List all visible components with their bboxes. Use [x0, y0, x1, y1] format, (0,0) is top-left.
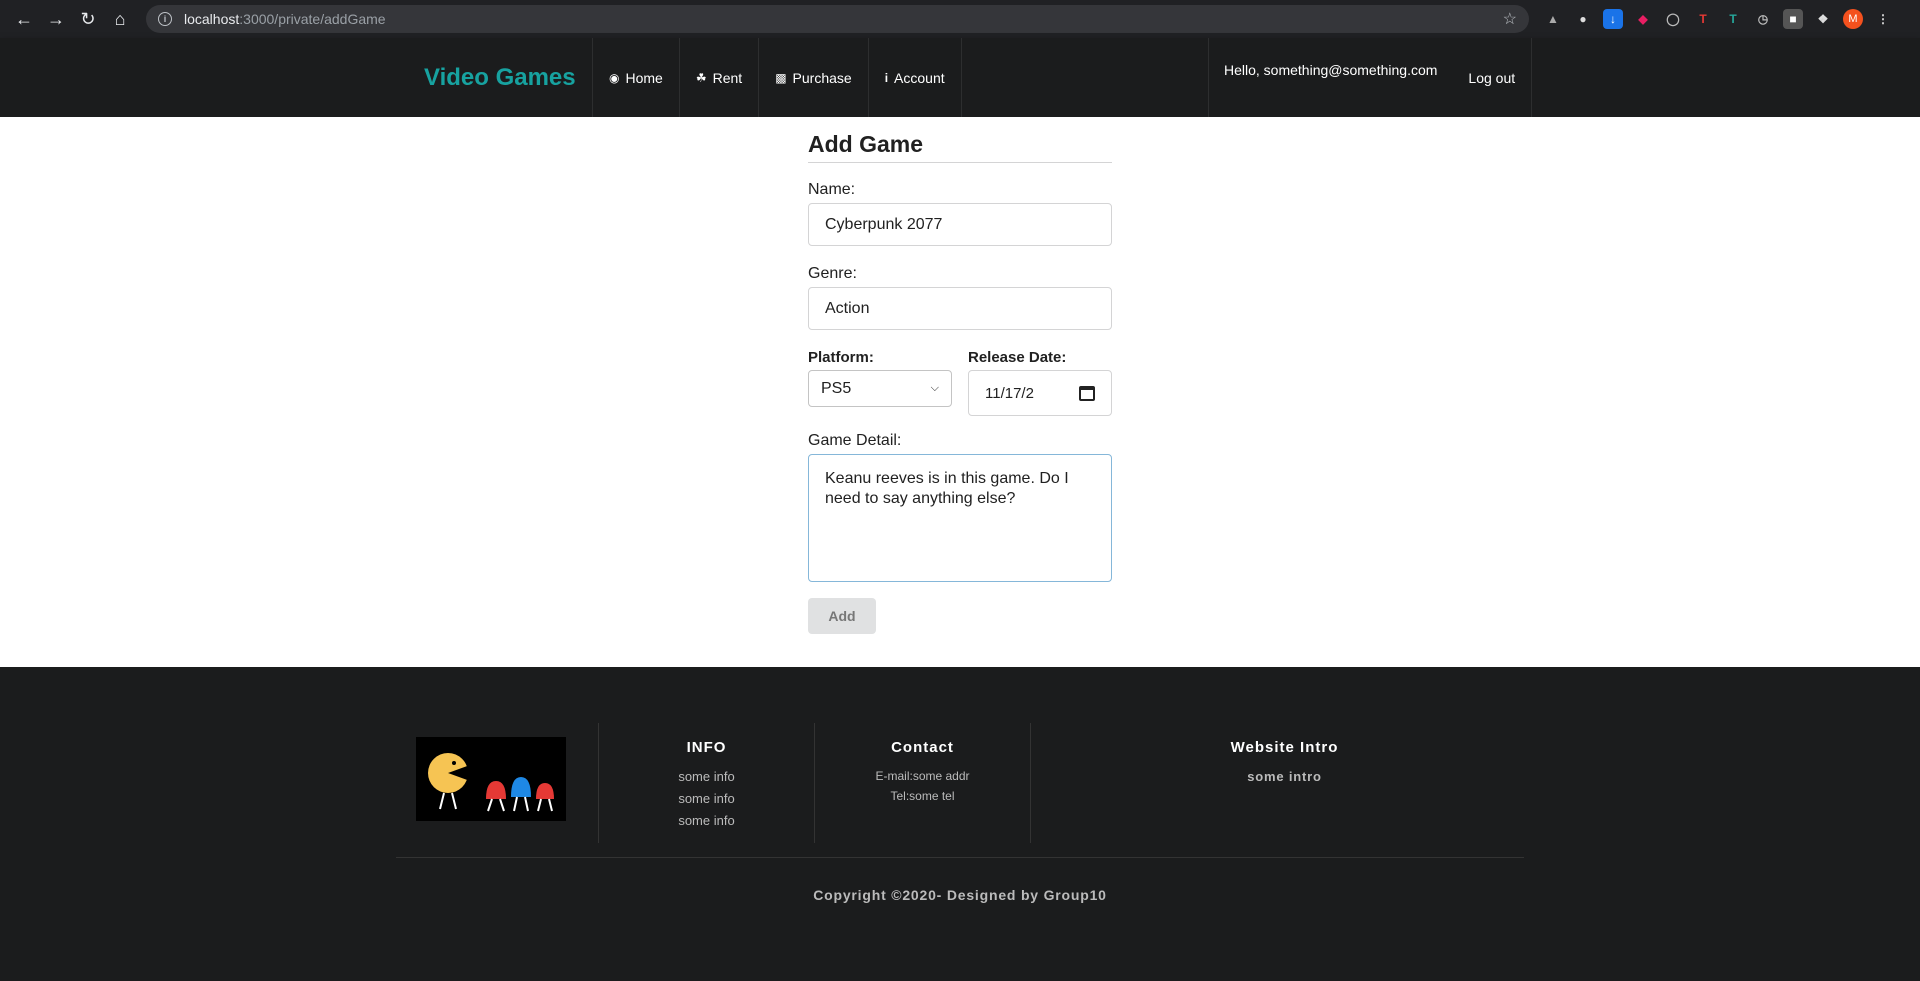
url-path: :3000/private/addGame — [239, 11, 386, 27]
site-navbar: Video Games ◉ Home ☘ Rent ▩ Purchase i A… — [0, 38, 1920, 117]
footer-contact-column: Contact E-mail:some addr Tel:some tel — [814, 723, 1030, 843]
footer-info-column: INFO some info some info some info — [598, 723, 814, 843]
color-extension-icon[interactable]: ◆ — [1633, 9, 1653, 29]
platform-date-row: Platform: PS5 ⌵ Release Date: 11/17/2 — [808, 349, 1112, 416]
platform-field: Platform: PS5 ⌵ — [808, 349, 952, 416]
tp-extension-icon[interactable]: T — [1693, 9, 1713, 29]
alarm-extension-icon[interactable]: ◷ — [1753, 9, 1773, 29]
genre-input[interactable]: Action — [808, 287, 1112, 330]
extension-icon[interactable]: ■ — [1783, 9, 1803, 29]
platform-select[interactable]: PS5 ⌵ — [808, 370, 952, 407]
extensions-area: ▲ ● ↓ ◆ ◯ T T ◷ ■ ❖ M ⋮ — [1543, 9, 1893, 29]
user-greeting: Hello, something@something.com — [1224, 62, 1438, 78]
gamepad-icon: ◉ — [609, 70, 620, 85]
profile-avatar[interactable]: M — [1843, 9, 1863, 29]
nav-item-label: Purchase — [792, 69, 852, 86]
browser-toolbar: ← → ↻ ⌂ i localhost:3000/private/addGame… — [0, 0, 1920, 38]
nav-item-account[interactable]: i Account — [869, 38, 962, 117]
platform-label: Platform: — [808, 349, 874, 366]
footer-contact-tel: Tel:some tel — [890, 789, 955, 803]
nav-item-label: Home — [625, 69, 663, 86]
calendar-icon[interactable] — [1079, 385, 1095, 401]
nav-item-purchase[interactable]: ▩ Purchase — [759, 38, 869, 117]
menu-dots-icon[interactable]: ⋮ — [1873, 9, 1893, 29]
footer-info-item[interactable]: some info — [599, 788, 814, 810]
game-detail-textarea[interactable]: Keanu reeves is in this game. Do I need … — [808, 454, 1112, 582]
footer-divider — [396, 857, 1524, 858]
footer-copyright: Copyright ©2020- Designed by Group10 — [813, 887, 1107, 903]
add-button[interactable]: Add — [808, 598, 876, 634]
footer-intro-column: Website Intro some intro — [1030, 723, 1538, 843]
nav-menu: ◉ Home ☘ Rent ▩ Purchase i Account — [592, 38, 962, 117]
page-title: Add Game — [808, 131, 1112, 163]
user-menu: Hello, something@something.com Log out — [1208, 38, 1533, 117]
nav-item-label: Rent — [712, 69, 743, 86]
info-icon: i — [884, 70, 889, 85]
footer-contact-title: Contact — [891, 739, 954, 756]
main-content: Add Game Name: Cyberpunk 2077 Genre: Act… — [0, 117, 1920, 667]
gift-icon: ▩ — [775, 70, 787, 85]
address-bar[interactable]: i localhost:3000/private/addGame ☆ — [146, 5, 1529, 33]
url-host: localhost — [184, 11, 240, 27]
extension-icon[interactable]: ● — [1573, 9, 1593, 29]
nav-item-home[interactable]: ◉ Home — [593, 38, 680, 117]
chevron-down-icon: ⌵ — [930, 382, 939, 394]
extension-icon[interactable]: ▲ — [1543, 9, 1563, 29]
handshake-icon: ☘ — [695, 70, 707, 85]
footer-logo-image — [416, 737, 566, 821]
brand-logo[interactable]: Video Games — [424, 38, 576, 117]
footer-info-item[interactable]: some info — [599, 810, 814, 832]
bookmark-star-icon[interactable]: ☆ — [1503, 9, 1517, 29]
name-input[interactable]: Cyberpunk 2077 — [808, 203, 1112, 246]
game-detail-label: Game Detail: — [808, 432, 902, 449]
footer-intro-title: Website Intro — [1230, 739, 1339, 756]
puzzle-icon[interactable]: ❖ — [1813, 9, 1833, 29]
home-icon[interactable]: ⌂ — [104, 3, 136, 35]
footer-info-title: INFO — [686, 739, 727, 756]
back-icon[interactable]: ← — [8, 3, 40, 35]
name-label: Name: — [808, 181, 856, 198]
genre-label: Genre: — [808, 265, 857, 282]
site-footer: INFO some info some info some info Conta… — [0, 667, 1920, 981]
release-date-field: Release Date: 11/17/2 — [968, 349, 1112, 416]
pacman-ghosts-icon — [428, 753, 554, 812]
release-date-label: Release Date: — [968, 349, 1067, 366]
release-date-input[interactable]: 11/17/2 — [968, 370, 1112, 416]
footer-contact-email: E-mail:some addr — [875, 769, 970, 783]
footer-intro-text: some intro — [1247, 769, 1322, 784]
platform-selected-value: PS5 — [821, 379, 852, 397]
add-game-form: Add Game Name: Cyberpunk 2077 Genre: Act… — [808, 131, 1112, 634]
footer-info-item[interactable]: some info — [599, 766, 814, 788]
release-date-value: 11/17/2 — [985, 384, 1034, 402]
nav-item-label: Account — [894, 69, 945, 86]
globe-extension-icon[interactable]: ◯ — [1663, 9, 1683, 29]
site-info-icon[interactable]: i — [158, 12, 172, 26]
download-extension-icon[interactable]: ↓ — [1603, 9, 1623, 29]
t-extension-icon[interactable]: T — [1723, 9, 1743, 29]
forward-icon[interactable]: → — [40, 3, 72, 35]
logout-link[interactable]: Log out — [1452, 38, 1533, 117]
reload-icon[interactable]: ↻ — [72, 3, 104, 35]
nav-item-rent[interactable]: ☘ Rent — [680, 38, 760, 117]
